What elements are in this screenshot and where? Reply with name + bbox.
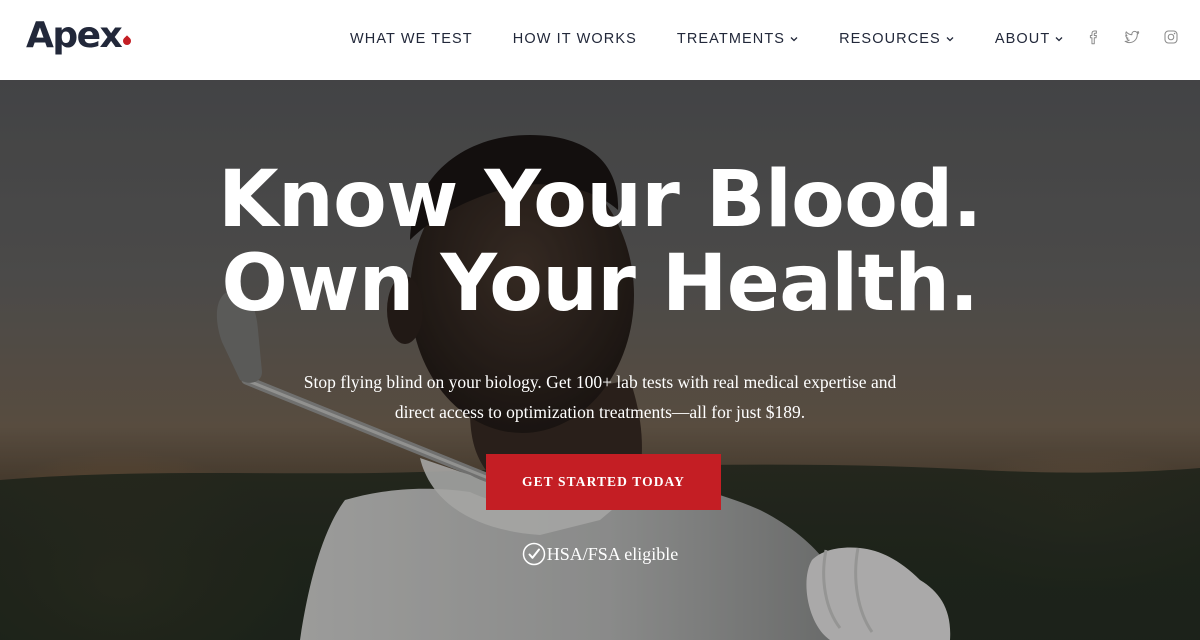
blood-drop-icon xyxy=(121,35,133,47)
hero-section: Know Your Blood. Own Your Health. Stop f… xyxy=(0,80,1200,640)
get-started-button[interactable]: GET STARTED TODAY xyxy=(486,454,721,510)
hsa-fsa-label: HSA/FSA eligible xyxy=(546,543,679,564)
main-nav: WHAT WE TEST HOW IT WORKS TREATMENTS RES… xyxy=(330,0,1084,78)
site-header: Apex WHAT WE TEST HOW IT WORKS TREATMENT… xyxy=(0,0,1200,80)
facebook-icon[interactable] xyxy=(1082,26,1104,48)
hero-subtitle-line: direct access to optimization treatments… xyxy=(394,402,806,422)
hsa-fsa-badge: HSA/FSA eligible xyxy=(0,542,1200,566)
social-links xyxy=(1065,26,1182,48)
apex-logo[interactable]: Apex xyxy=(26,12,133,60)
hero-headline: Know Your Blood. Own Your Health. xyxy=(0,158,1200,326)
hero-subtitle-line: Stop flying blind on your biology. Get 1… xyxy=(303,372,897,392)
nav-item-label: ABOUT xyxy=(994,31,1051,47)
twitter-icon[interactable] xyxy=(1121,26,1143,48)
nav-item-label: TREATMENTS xyxy=(676,31,786,47)
logo-wordmark: Apex xyxy=(26,15,123,56)
nav-item-resources[interactable]: RESOURCES xyxy=(819,19,975,59)
nav-item-what-we-test[interactable]: WHAT WE TEST xyxy=(330,19,493,59)
instagram-icon[interactable] xyxy=(1160,26,1182,48)
chevron-down-icon xyxy=(789,34,799,44)
nav-item-label: RESOURCES xyxy=(839,31,941,47)
chevron-down-icon xyxy=(945,34,955,44)
hero-subtitle: Stop flying blind on your biology. Get 1… xyxy=(260,367,940,427)
nav-item-treatments[interactable]: TREATMENTS xyxy=(657,19,819,59)
hero-headline-line: Know Your Blood. xyxy=(218,155,982,245)
nav-item-label: WHAT WE TEST xyxy=(350,31,473,47)
nav-item-label: HOW IT WORKS xyxy=(512,31,637,47)
chevron-down-icon xyxy=(1054,34,1064,44)
nav-item-how-it-works[interactable]: HOW IT WORKS xyxy=(493,19,657,59)
hero-headline-line: Own Your Health. xyxy=(221,239,979,329)
check-circle-icon xyxy=(522,542,546,566)
